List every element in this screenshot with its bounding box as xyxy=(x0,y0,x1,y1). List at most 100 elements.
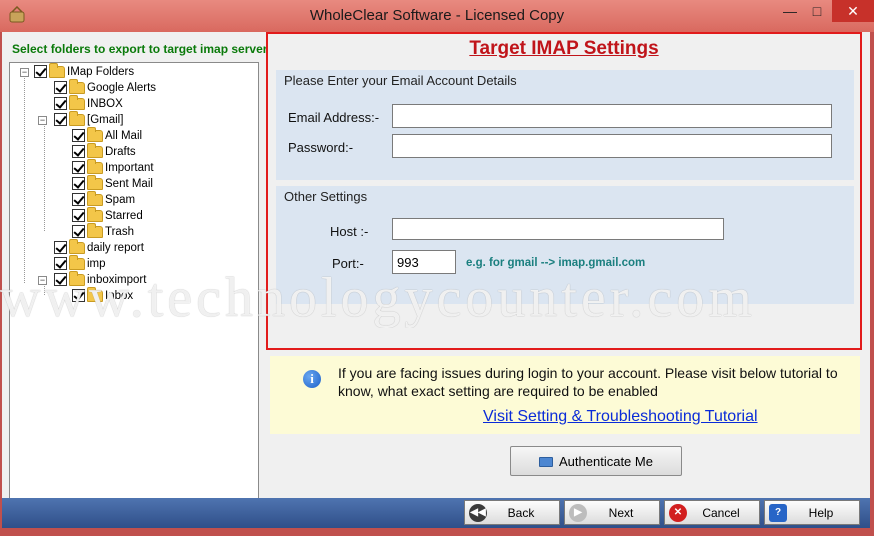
folder-icon xyxy=(69,238,85,254)
collapse-icon[interactable]: − xyxy=(38,116,47,125)
email-label: Email Address:- xyxy=(288,110,380,125)
tree-node-inbox-sub[interactable]: Inbox xyxy=(72,286,134,305)
close-button[interactable]: ✕ xyxy=(832,0,874,22)
tree-node-starred[interactable]: Starred xyxy=(72,206,143,225)
folder-icon xyxy=(87,142,103,158)
tree-node-important[interactable]: Important xyxy=(72,158,154,177)
help-button[interactable]: ? Help xyxy=(764,500,860,525)
maximize-button[interactable]: □ xyxy=(804,0,830,22)
checkbox-checked[interactable] xyxy=(34,65,47,78)
checkbox-checked[interactable] xyxy=(72,129,85,142)
target-settings-title: Target IMAP Settings xyxy=(469,38,659,59)
tree-node-daily-report[interactable]: daily report xyxy=(54,238,144,257)
folder-icon xyxy=(87,158,103,174)
info-icon: i xyxy=(303,370,321,388)
minimize-button[interactable]: — xyxy=(776,0,804,22)
folder-icon xyxy=(69,270,85,286)
checkbox-checked[interactable] xyxy=(72,145,85,158)
authenticate-button[interactable]: Authenticate Me xyxy=(510,446,682,476)
email-input[interactable] xyxy=(392,104,832,128)
collapse-icon[interactable]: − xyxy=(38,276,47,285)
tree-node-inbox[interactable]: INBOX xyxy=(54,94,123,113)
checkbox-checked[interactable] xyxy=(54,81,67,94)
tree-node-imp[interactable]: imp xyxy=(54,254,106,273)
tree-node-label: Trash xyxy=(105,225,134,238)
tree-node-label: Inbox xyxy=(105,289,134,302)
tree-node-drafts[interactable]: Drafts xyxy=(72,142,136,161)
help-icon: ? xyxy=(769,504,787,522)
checkbox-checked[interactable] xyxy=(72,225,85,238)
checkbox-checked[interactable] xyxy=(72,289,85,302)
other-settings-group: Other Settings Host :- Port:- e.g. for g… xyxy=(276,186,854,304)
host-label: Host :- xyxy=(330,224,369,239)
checkbox-checked[interactable] xyxy=(72,209,85,222)
window-title: WholeClear Software - Licensed Copy xyxy=(309,7,565,24)
back-label: Back xyxy=(507,505,535,520)
folder-icon xyxy=(87,190,103,206)
tree-caption: Select folders to export to target imap … xyxy=(12,42,268,56)
password-input[interactable] xyxy=(392,134,832,158)
folder-open-icon xyxy=(539,457,554,468)
tree-node-spam[interactable]: Spam xyxy=(72,190,136,209)
tree-node-all-mail[interactable]: All Mail xyxy=(72,126,143,145)
port-label: Port:- xyxy=(332,256,364,271)
checkbox-checked[interactable] xyxy=(54,257,67,270)
account-details-title: Please Enter your Email Account Details xyxy=(284,73,517,88)
help-label: Help xyxy=(808,505,834,520)
checkbox-checked[interactable] xyxy=(54,97,67,110)
authenticate-label: Authenticate Me xyxy=(559,453,653,469)
tree-node-label: Drafts xyxy=(105,145,136,158)
bottom-nav-bar: ◀◀ Back ▶ Next ✕ Cancel ? Help xyxy=(2,498,870,528)
host-input[interactable] xyxy=(392,218,724,240)
tree-node-label: IMap Folders xyxy=(67,65,135,78)
tree-node-label: daily report xyxy=(87,241,144,254)
checkbox-checked[interactable] xyxy=(72,161,85,174)
info-box: i If you are facing issues during login … xyxy=(270,356,860,434)
tree-node-label: Starred xyxy=(105,209,143,222)
folder-icon xyxy=(69,94,85,110)
checkbox-checked[interactable] xyxy=(54,241,67,254)
tree-node-trash[interactable]: Trash xyxy=(72,222,134,241)
tree-node-label: Important xyxy=(105,161,154,174)
folder-icon xyxy=(87,286,103,302)
tree-line xyxy=(44,119,45,231)
folder-icon xyxy=(69,78,85,94)
port-input[interactable] xyxy=(392,250,456,274)
folder-icon xyxy=(87,174,103,190)
collapse-icon[interactable]: − xyxy=(20,68,29,77)
tree-node-label: inboximport xyxy=(87,273,147,286)
info-text: If you are facing issues during login to… xyxy=(338,365,838,399)
tree-node-label: Spam xyxy=(105,193,136,206)
target-settings-frame: Target IMAP Settings Please Enter your E… xyxy=(266,32,862,350)
folder-icon xyxy=(69,110,85,126)
back-button[interactable]: ◀◀ Back xyxy=(464,500,560,525)
folder-icon xyxy=(87,222,103,238)
checkbox-checked[interactable] xyxy=(72,177,85,190)
tree-line xyxy=(24,75,25,283)
checkbox-checked[interactable] xyxy=(54,273,67,286)
next-label: Next xyxy=(608,505,634,520)
checkbox-checked[interactable] xyxy=(72,193,85,206)
cancel-button[interactable]: ✕ Cancel xyxy=(664,500,760,525)
next-icon: ▶ xyxy=(569,504,587,522)
tree-node-label: imp xyxy=(87,257,106,270)
folder-icon xyxy=(87,126,103,142)
port-hint: e.g. for gmail --> imap.gmail.com xyxy=(466,257,646,269)
folder-tree[interactable]: − IMap Folders Google Alerts INBOX − [Gm… xyxy=(9,62,259,518)
password-label: Password:- xyxy=(288,140,354,155)
tree-node-label: All Mail xyxy=(105,129,143,142)
next-button[interactable]: ▶ Next xyxy=(564,500,660,525)
tutorial-link[interactable]: Visit Setting & Troubleshooting Tutorial xyxy=(483,408,758,426)
account-details-group: Please Enter your Email Account Details … xyxy=(276,70,854,180)
back-icon: ◀◀ xyxy=(469,504,487,522)
tree-node-label: Sent Mail xyxy=(105,177,153,190)
tree-node-label: INBOX xyxy=(87,97,123,110)
checkbox-checked[interactable] xyxy=(54,113,67,126)
folder-icon xyxy=(69,254,85,270)
tree-node-sent-mail[interactable]: Sent Mail xyxy=(72,174,153,193)
other-settings-title: Other Settings xyxy=(284,189,368,204)
tree-node-label: [Gmail] xyxy=(87,113,124,126)
folder-icon xyxy=(87,206,103,222)
folder-icon xyxy=(49,62,65,78)
title-bar: WholeClear Software - Licensed Copy — □ … xyxy=(0,0,874,32)
